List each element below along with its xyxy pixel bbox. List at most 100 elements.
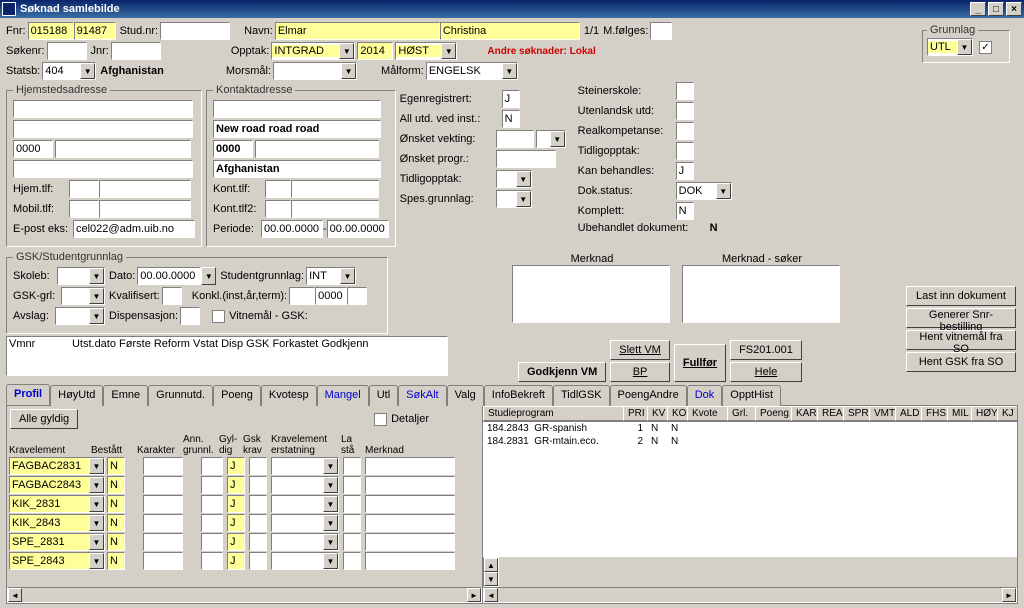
- calendar-icon[interactable]: ▼: [201, 267, 216, 285]
- gskgrl-select[interactable]: ▼: [61, 287, 105, 305]
- statsb-select[interactable]: 404▼: [42, 62, 96, 80]
- kravelement-select[interactable]: KIK_2843▼: [9, 514, 105, 532]
- gyl-field[interactable]: [227, 533, 245, 551]
- erstatning-select[interactable]: ▼: [271, 552, 339, 570]
- tab-tidlgsk[interactable]: TidlGSK: [553, 385, 610, 406]
- arrow-up-icon[interactable]: ▲: [484, 558, 498, 572]
- close-button[interactable]: ×: [1006, 2, 1022, 16]
- fullfor-button[interactable]: Fullfør: [674, 344, 726, 382]
- lastinn-button[interactable]: Last inn dokument: [906, 286, 1016, 306]
- tab-søkalt[interactable]: SøkAlt: [398, 385, 446, 406]
- detaljer-checkbox[interactable]: [374, 413, 387, 426]
- lasta-field[interactable]: [343, 495, 361, 513]
- erstatning-select[interactable]: ▼: [271, 457, 339, 475]
- gsk-field[interactable]: [249, 495, 267, 513]
- arrow-left-icon[interactable]: ◄: [484, 588, 498, 602]
- merknad-field[interactable]: [365, 495, 455, 513]
- fnr-field-1[interactable]: [28, 22, 74, 40]
- kanbeh-field[interactable]: [676, 162, 694, 180]
- merknad-field[interactable]: [365, 552, 455, 570]
- konttlf-f1[interactable]: [265, 180, 291, 198]
- konttlf-f2[interactable]: [291, 180, 379, 198]
- tidligopp2-field[interactable]: [676, 142, 694, 160]
- karakter-field[interactable]: [143, 476, 183, 494]
- merknad-field[interactable]: [365, 514, 455, 532]
- allutd-field[interactable]: [502, 110, 520, 128]
- kravelement-select[interactable]: SPE_2843▼: [9, 552, 105, 570]
- chevron-down-icon[interactable]: ▼: [441, 43, 456, 59]
- tab-utl[interactable]: Utl: [369, 385, 398, 406]
- chevron-down-icon[interactable]: ▼: [89, 477, 104, 493]
- gyl-field[interactable]: [227, 552, 245, 570]
- gyl-field[interactable]: [227, 514, 245, 532]
- kvalifisert-field[interactable]: [162, 287, 182, 305]
- tab-profil[interactable]: Profil: [6, 384, 50, 405]
- chevron-down-icon[interactable]: ▼: [89, 458, 104, 474]
- chevron-down-icon[interactable]: ▼: [323, 458, 338, 474]
- col-kvote[interactable]: Kvote: [687, 406, 727, 421]
- chevron-down-icon[interactable]: ▼: [80, 63, 95, 79]
- right-scroll-v[interactable]: ▲ ▼: [483, 557, 499, 587]
- spesgrl-select[interactable]: ▼: [496, 190, 532, 208]
- merknad-textarea[interactable]: [512, 265, 670, 323]
- kravelement-select[interactable]: FAGBAC2831▼: [9, 457, 105, 475]
- steiner-field[interactable]: [676, 82, 694, 100]
- onsketp-field[interactable]: [496, 150, 556, 168]
- hjemtlf-field2[interactable]: [99, 180, 191, 198]
- konkl-f1[interactable]: [289, 287, 315, 305]
- chevron-down-icon[interactable]: ▼: [89, 553, 104, 569]
- kontakt-poststed[interactable]: [255, 140, 379, 158]
- fnr-field-2[interactable]: [74, 22, 116, 40]
- col-grl.[interactable]: Grl.: [727, 406, 755, 421]
- erstatning-select[interactable]: ▼: [271, 533, 339, 551]
- karakter-field[interactable]: [143, 495, 183, 513]
- col-høy[interactable]: HØY: [971, 406, 997, 421]
- realkomp-field[interactable]: [676, 122, 694, 140]
- chevron-down-icon[interactable]: ▼: [339, 43, 354, 59]
- tidligopp-select[interactable]: ▼: [496, 170, 532, 188]
- col-poeng[interactable]: Poeng: [755, 406, 791, 421]
- studnr-field[interactable]: [160, 22, 230, 40]
- kravelement-select[interactable]: SPE_2831▼: [9, 533, 105, 551]
- gsk-field[interactable]: [249, 514, 267, 532]
- chevron-down-icon[interactable]: ▼: [516, 191, 531, 207]
- merknad-soker-textarea[interactable]: [682, 265, 840, 323]
- gsk-field[interactable]: [249, 457, 267, 475]
- chevron-down-icon[interactable]: ▼: [89, 534, 104, 550]
- col-kv[interactable]: KV: [647, 406, 667, 421]
- chevron-down-icon[interactable]: ▼: [323, 534, 338, 550]
- chevron-down-icon[interactable]: ▼: [550, 131, 565, 147]
- periode-til[interactable]: [327, 220, 389, 238]
- col-mil[interactable]: MIL: [947, 406, 971, 421]
- ann-field[interactable]: [201, 495, 223, 513]
- utenlandsk-field[interactable]: [676, 102, 694, 120]
- chevron-down-icon[interactable]: ▼: [89, 496, 104, 512]
- ann-field[interactable]: [201, 457, 223, 475]
- merknad-field[interactable]: [365, 533, 455, 551]
- avslag-select[interactable]: ▼: [55, 307, 105, 325]
- chevron-down-icon[interactable]: ▼: [502, 63, 517, 79]
- ann-field[interactable]: [201, 514, 223, 532]
- tab-poeng[interactable]: Poeng: [213, 385, 261, 406]
- kravelement-select[interactable]: FAGBAC2843▼: [9, 476, 105, 494]
- hjem-land[interactable]: [13, 160, 193, 178]
- lasta-field[interactable]: [343, 533, 361, 551]
- chevron-down-icon[interactable]: ▼: [89, 515, 104, 531]
- tab-høyutd[interactable]: HøyUtd: [50, 385, 103, 406]
- merknad-field[interactable]: [365, 457, 455, 475]
- hjem-poststed[interactable]: [55, 140, 191, 158]
- bestatt-field[interactable]: [107, 495, 125, 513]
- arrow-right-icon[interactable]: ►: [1002, 588, 1016, 602]
- navn-field-last[interactable]: [275, 22, 440, 40]
- bestatt-field[interactable]: [107, 533, 125, 551]
- chevron-down-icon[interactable]: ▼: [323, 515, 338, 531]
- tab-grunnutd.[interactable]: Grunnutd.: [148, 385, 213, 406]
- chevron-down-icon[interactable]: ▼: [323, 496, 338, 512]
- konttlf2-f1[interactable]: [265, 200, 291, 218]
- malform-select[interactable]: ENGELSK▼: [426, 62, 518, 80]
- hentgsk-button[interactable]: Hent GSK fra SO: [906, 352, 1016, 372]
- col-rea[interactable]: REA: [817, 406, 843, 421]
- gyl-field[interactable]: [227, 495, 245, 513]
- navn-field-first[interactable]: [440, 22, 580, 40]
- slett-vm-button[interactable]: Slett VM: [610, 340, 670, 360]
